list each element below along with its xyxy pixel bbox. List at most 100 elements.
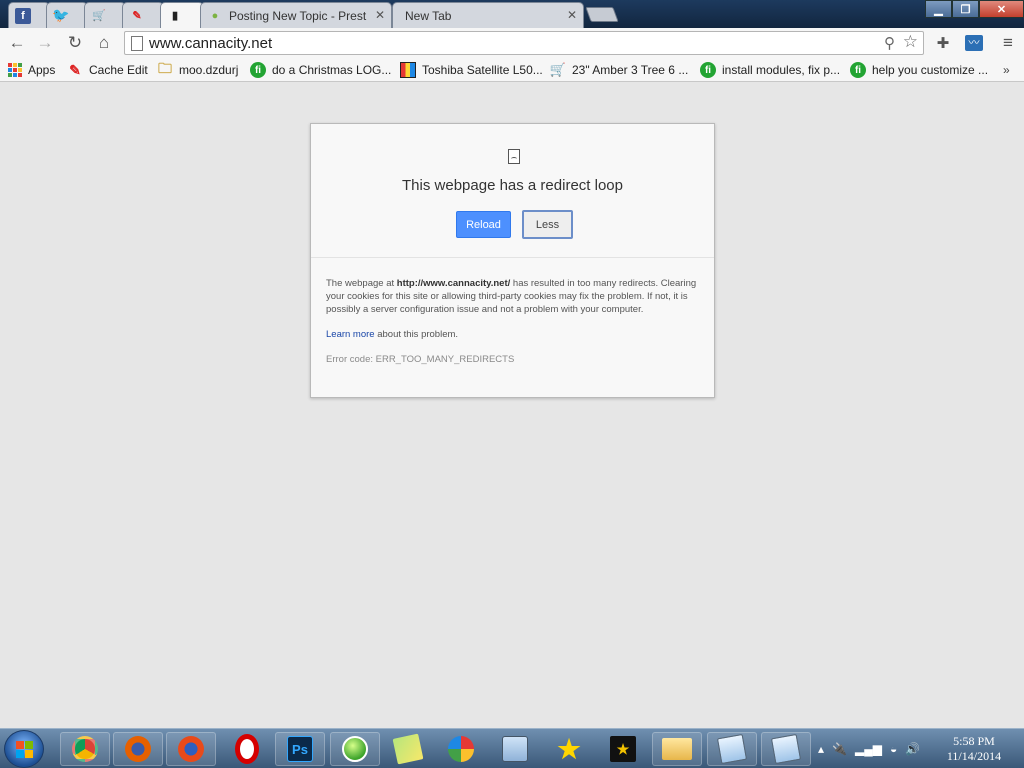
error-description: The webpage at http://www.cannacity.net/… (326, 277, 699, 316)
chart-icon: 〰 (965, 35, 983, 51)
bookmark-label: moo.dzdurj (179, 63, 239, 77)
search-icon[interactable]: ⚲ (884, 34, 895, 52)
home-icon: ⌂ (98, 33, 110, 52)
minimize-button[interactable]: ▁ (925, 0, 952, 18)
learn-more-link[interactable]: Learn more (326, 329, 375, 340)
bookmarks-overflow-button[interactable]: » (1003, 61, 1010, 79)
error-url: http://www.cannacity.net/ (396, 278, 511, 289)
reload-toolbar-button[interactable]: ↻ (64, 32, 86, 54)
toshiba-icon (400, 62, 416, 78)
sticky-notes-icon (392, 733, 424, 765)
cache-edit-icon: ✎ (132, 10, 142, 22)
clock[interactable]: 5:58 PM 11/14/2014 (936, 734, 1012, 764)
bookmark-christmas-logo[interactable]: fi do a Christmas LOG... (250, 61, 391, 79)
bookmark-toshiba[interactable]: Toshiba Satellite L50... (400, 61, 543, 79)
close-window-button[interactable]: ✕ (979, 0, 1024, 18)
tab-new-tab[interactable]: New Tab ✕ (392, 2, 584, 28)
apps-grid-icon (8, 63, 22, 77)
back-button[interactable]: ← (6, 32, 28, 54)
taskbar-picasa[interactable] (436, 732, 486, 766)
taskbar-army[interactable]: ★ (598, 732, 648, 766)
taskbar-calculator[interactable] (490, 732, 540, 766)
new-tab-button[interactable] (585, 7, 619, 22)
taskbar-green-orb[interactable] (330, 732, 380, 766)
tab-cart[interactable]: 🛒 (84, 2, 126, 28)
tab-twitter[interactable]: 🐦 (46, 2, 88, 28)
window-controls: ▁ ❐ ✕ (925, 0, 1024, 18)
refresh-icon: ↻ (67, 33, 83, 52)
star-icon[interactable]: ☆ (903, 32, 918, 52)
forward-button[interactable]: → (34, 32, 56, 54)
fiverr-icon: fi (700, 62, 716, 78)
volume-icon[interactable]: 🔊 (905, 742, 920, 756)
windows-logo-icon (16, 741, 33, 758)
hamburger-icon: ≡ (1003, 33, 1013, 52)
taskbar-file-explorer[interactable] (652, 732, 702, 766)
close-icon[interactable]: ✕ (375, 8, 385, 22)
chrome-icon (72, 736, 98, 762)
bookmark-cache-edit[interactable]: ✎ Cache Edit (67, 61, 148, 79)
bookmark-help-customize[interactable]: fi help you customize ... (850, 61, 988, 79)
twitter-icon: 🐦 (52, 7, 70, 23)
omnibox[interactable]: ⚲ ☆ (124, 31, 924, 55)
signal-icon[interactable]: ▂▄▆ (855, 742, 882, 756)
taskbar-firefox-alt[interactable] (166, 732, 216, 766)
error-details: The webpage at http://www.cannacity.net/… (311, 258, 714, 366)
tab-newtab-label: New Tab (405, 8, 452, 23)
fiverr-icon: fi (850, 62, 866, 78)
bookmark-apps[interactable]: Apps (8, 61, 55, 79)
chevron-up-icon[interactable]: ▴ (818, 742, 824, 756)
file-explorer-icon (662, 738, 692, 760)
puzzle-icon: ✚ (936, 35, 950, 52)
army-icon: ★ (610, 736, 636, 762)
extension-puzzle-button[interactable]: ✚ (932, 32, 954, 54)
photoshop-icon: Ps (287, 736, 313, 762)
tab-facebook[interactable]: f (8, 2, 50, 28)
taskbar-chrome[interactable] (60, 732, 110, 766)
page-icon (131, 36, 143, 51)
taskbar: Ps ★ ★ ▴ 🔌 ▂▄▆ ◒ 🔊 5:58 PM 11/14/2014 (0, 728, 1024, 768)
shopping-cart-icon: 🛒 (549, 62, 567, 77)
reload-button[interactable]: Reload (456, 211, 511, 238)
network-icon[interactable]: ◒ (890, 742, 897, 756)
tab-strip: f 🐦 🛒 ✎ ▮ ● Posting New Topic - Prest ✕ … (0, 0, 1024, 28)
url-input[interactable] (149, 32, 869, 54)
system-tray: ▴ 🔌 ▂▄▆ ◒ 🔊 (818, 737, 920, 761)
bookmark-install-modules[interactable]: fi install modules, fix p... (700, 61, 840, 79)
taskbar-notepad-2[interactable] (761, 732, 811, 766)
start-button[interactable] (4, 730, 44, 768)
taskbar-star[interactable]: ★ (544, 732, 594, 766)
firefox-alt-icon (178, 736, 204, 762)
green-orb-icon (342, 736, 368, 762)
error-code: Error code: ERR_TOO_MANY_REDIRECTS (326, 354, 515, 365)
extension-chart-button[interactable]: 〰 (963, 32, 985, 54)
bookmark-moo[interactable]: 🗀 moo.dzdurj (157, 60, 239, 79)
tab-posting-label: Posting New Topic - Prest (229, 8, 367, 23)
bookmark-amber-tree[interactable]: 🛒 23" Amber 3 Tree 6 ... (550, 61, 688, 79)
tab-posting[interactable]: ● Posting New Topic - Prest ✕ (200, 2, 392, 28)
taskbar-opera[interactable] (222, 732, 272, 766)
star-icon: ★ (557, 733, 581, 764)
arrow-right-icon: → (36, 33, 54, 52)
maximize-button[interactable]: ❐ (952, 0, 979, 18)
tab-cache-edit[interactable]: ✎ (122, 2, 164, 28)
tab-active[interactable]: ▮ (160, 2, 204, 28)
shopping-cart-icon: 🛒 (92, 10, 106, 22)
error-header: This webpage has a redirect loop Reload … (311, 124, 714, 258)
taskbar-notepad-1[interactable] (707, 732, 757, 766)
notepad-icon (770, 733, 802, 765)
home-button[interactable]: ⌂ (93, 32, 115, 54)
power-plug-icon[interactable]: 🔌 (832, 742, 847, 756)
menu-button[interactable]: ≡ (997, 32, 1019, 54)
taskbar-photoshop[interactable]: Ps (275, 732, 325, 766)
taskbar-sticky-notes[interactable] (383, 732, 433, 766)
less-button[interactable]: Less (522, 210, 573, 239)
browser-toolbar: ← → ↻ ⌂ ⚲ ☆ ✚ 〰 ≡ (0, 28, 1024, 58)
taskbar-firefox[interactable] (113, 732, 163, 766)
bookmark-label: Apps (28, 63, 56, 77)
notepad-icon (716, 733, 748, 765)
close-icon[interactable]: ✕ (567, 8, 577, 22)
page-icon: ▮ (171, 10, 179, 22)
description-prefix: The webpage at (326, 278, 397, 289)
bookmark-label: Cache Edit (89, 63, 148, 77)
